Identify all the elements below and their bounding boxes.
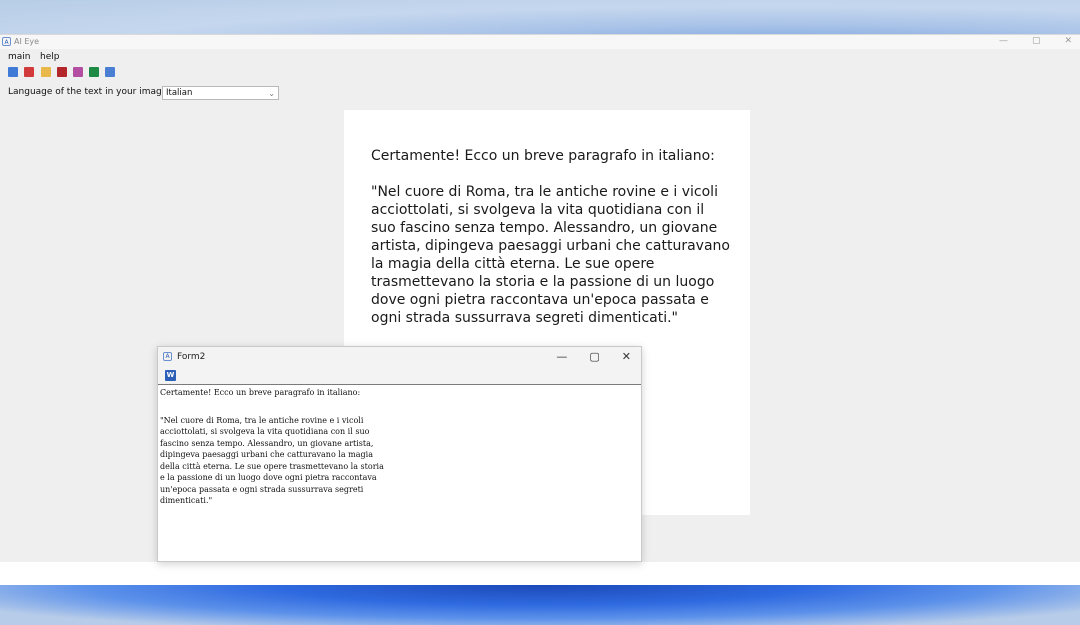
window-title: AI Eye — [14, 37, 40, 46]
preview-intro: Certamente! Ecco un breve paragrafo in i… — [371, 148, 715, 164]
close-button[interactable]: ✕ — [1064, 36, 1072, 46]
form2-text-intro: Certamente! Ecco un breve paragrafo in i… — [160, 388, 361, 397]
minimize-button[interactable]: — — [999, 36, 1008, 46]
title-bar: A AI Eye — ▢ ✕ — [0, 35, 1080, 49]
form2-title: Form2 — [177, 352, 206, 362]
language-label: Language of the text in your image: — [8, 87, 171, 97]
form2-text-line: dipingeva paesaggi urbani che catturavan… — [160, 450, 373, 459]
menu-help[interactable]: help — [40, 52, 59, 62]
form2-title-bar: A Form2 — ▢ ✕ — [158, 347, 641, 367]
form2-maximize-button[interactable]: ▢ — [589, 350, 599, 363]
form2-text-line: e la passione di un luogo dove ogni piet… — [160, 473, 377, 482]
mail-icon[interactable] — [8, 67, 18, 77]
form2-close-button[interactable]: ✕ — [622, 350, 631, 363]
form2-text-line: dimenticati." — [160, 496, 213, 505]
window-bottom-strip — [0, 562, 1080, 585]
preview-paragraph: "Nel cuore di Roma, tra le antiche rovin… — [371, 184, 730, 326]
language-select[interactable]: Italian ⌄ — [162, 86, 279, 100]
form2-toolbar: W — [158, 367, 641, 385]
app-icon: A — [2, 37, 11, 46]
form2-minimize-button[interactable]: — — [556, 350, 567, 363]
form2-text-line: "Nel cuore di Roma, tra le antiche rovin… — [160, 415, 364, 425]
word-icon[interactable]: W — [165, 370, 176, 381]
pdf-mail-icon[interactable] — [24, 67, 34, 77]
folder-icon[interactable] — [41, 67, 51, 77]
desktop-wallpaper-top — [0, 0, 1080, 36]
translate-icon[interactable] — [105, 67, 115, 77]
form2-text-line: della città eterna. Le sue opere trasmet… — [160, 461, 384, 471]
print-icon[interactable] — [73, 67, 83, 77]
language-selected-value: Italian — [166, 88, 193, 98]
menu-main[interactable]: main — [8, 52, 31, 62]
desktop-wallpaper-bottom — [0, 585, 1080, 625]
form2-text-line: un'epoca passata e ogni strada sussurrav… — [160, 484, 364, 494]
excel-icon[interactable] — [89, 67, 99, 77]
form2-app-icon: A — [163, 352, 172, 361]
form2-window: A Form2 — ▢ ✕ W Certamente! Ecco un brev… — [157, 346, 642, 562]
maximize-button[interactable]: ▢ — [1032, 36, 1041, 46]
chevron-down-icon: ⌄ — [268, 89, 275, 98]
form2-text-area[interactable]: Certamente! Ecco un breve paragrafo in i… — [160, 387, 420, 507]
form2-text-line: fascino senza tempo. Alessandro, un giov… — [160, 438, 374, 448]
pdf-icon[interactable] — [57, 67, 67, 77]
form2-text-line: acciottolati, si svolgeva la vita quotid… — [160, 427, 370, 436]
